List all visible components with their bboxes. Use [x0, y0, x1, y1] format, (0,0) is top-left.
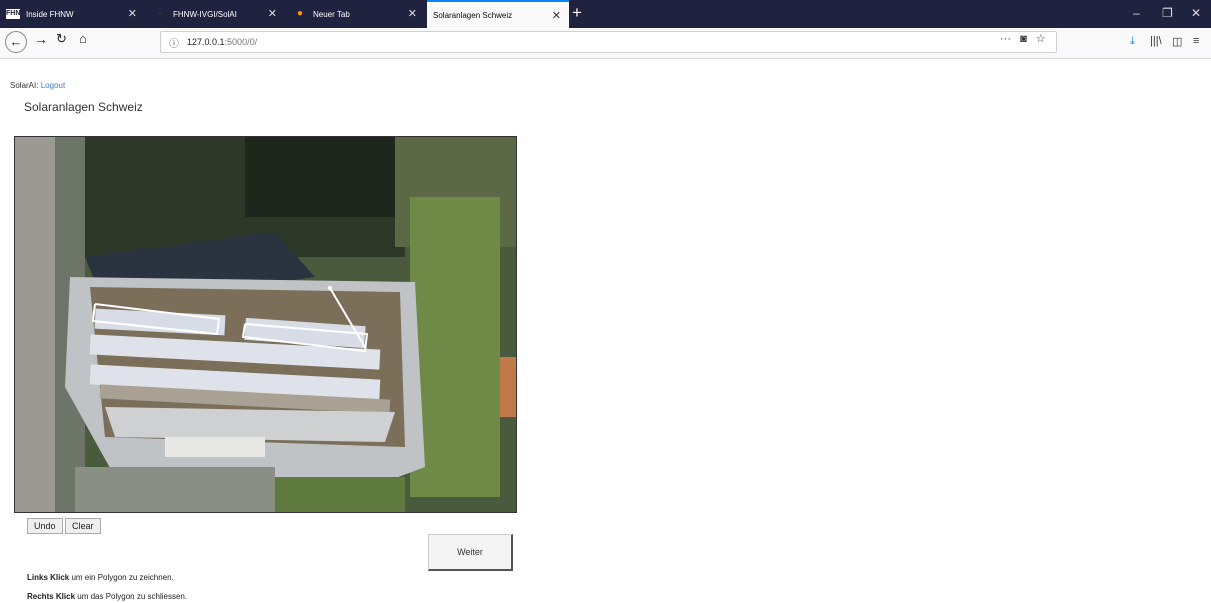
library-icon[interactable]: |||\: [1150, 35, 1162, 47]
back-icon[interactable]: ←: [5, 31, 27, 53]
close-icon[interactable]: ✕: [408, 7, 417, 20]
window-close-icon[interactable]: ✕: [1191, 6, 1201, 20]
forward-icon[interactable]: →: [34, 31, 48, 47]
aerial-map-canvas[interactable]: [14, 136, 517, 513]
sidebar-icon[interactable]: ◫: [1172, 35, 1182, 48]
github-icon: ●: [157, 10, 163, 17]
tab-label: Solaranlagen Schweiz: [433, 10, 513, 20]
logout-link[interactable]: Logout: [41, 81, 65, 90]
page-actions: ··· ◙ ☆: [1000, 32, 1046, 45]
close-icon[interactable]: ✕: [128, 7, 137, 20]
user-label: SolarAI:: [10, 81, 39, 90]
next-button[interactable]: Weiter: [428, 534, 513, 571]
tab-neuer-tab[interactable]: ● Neuer Tab ✕: [287, 0, 425, 28]
home-icon[interactable]: ⌂: [79, 31, 87, 46]
close-icon[interactable]: ✕: [552, 9, 561, 22]
tab-label: Inside FHNW: [26, 9, 74, 19]
nav-bar: ← → ↻ ⌂ ⓘ 127.0.0.1:5000/0/ ··· ◙ ☆ ⤓ ||…: [0, 28, 1211, 59]
tab-inside-fhnw[interactable]: FHNW Inside FHNW ✕: [0, 0, 145, 28]
instruction-right-click: Rechts Klick um das Polygon zu schliesse…: [27, 592, 188, 601]
close-icon[interactable]: ✕: [268, 7, 277, 20]
more-icon[interactable]: ···: [1000, 33, 1011, 45]
url-text: 127.0.0.1:5000/0/: [187, 37, 258, 47]
new-tab-button[interactable]: +: [572, 3, 582, 23]
bookmark-star-icon[interactable]: ☆: [1036, 33, 1046, 45]
menu-icon[interactable]: ≡: [1193, 35, 1199, 47]
page-content: SolarAI: Logout Solaranlagen Schweiz Und…: [0, 59, 1211, 603]
clear-button[interactable]: Clear: [65, 518, 101, 534]
fhnw-favicon-icon: FHNW: [6, 9, 27, 19]
url-bar[interactable]: ⓘ 127.0.0.1:5000/0/: [160, 31, 1057, 53]
undo-button[interactable]: Undo: [27, 518, 63, 534]
restore-icon[interactable]: ❐: [1162, 6, 1173, 20]
tab-solai[interactable]: ● FHNW-IVGI/SolAI ✕: [147, 0, 285, 28]
tab-solaranlagen[interactable]: Solaranlagen Schweiz ✕: [427, 0, 569, 28]
aerial-image: [15, 137, 516, 512]
tab-bar: FHNW Inside FHNW ✕ ● FHNW-IVGI/SolAI ✕ ●…: [0, 0, 1211, 28]
minimize-icon[interactable]: –: [1133, 6, 1140, 20]
info-icon[interactable]: ⓘ: [169, 35, 179, 50]
tab-label: Neuer Tab: [313, 9, 350, 19]
user-line: SolarAI: Logout: [10, 81, 65, 90]
page-title: Solaranlagen Schweiz: [24, 100, 143, 114]
pocket-icon[interactable]: ◙: [1020, 33, 1027, 45]
instruction-left-click: Links Klick um ein Polygon zu zeichnen.: [27, 573, 174, 582]
tab-label: FHNW-IVGI/SolAI: [173, 9, 237, 19]
reload-icon[interactable]: ↻: [56, 31, 67, 47]
firefox-icon: ●: [296, 8, 304, 19]
download-icon[interactable]: ⤓: [1130, 35, 1135, 48]
